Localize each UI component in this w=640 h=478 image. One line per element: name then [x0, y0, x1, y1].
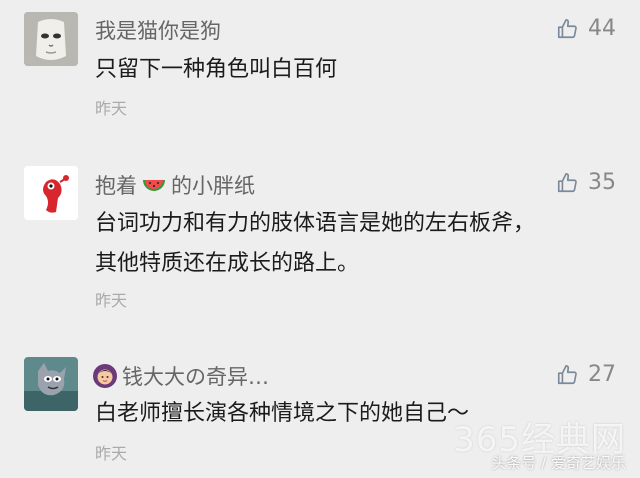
like-count: 35	[588, 170, 616, 195]
watermelon-icon	[141, 172, 167, 198]
comment-text: 只留下一种角色叫白百何	[95, 57, 338, 82]
thumbs-up-icon	[557, 172, 577, 192]
comment-username[interactable]: 抱着 的小胖纸	[95, 170, 255, 200]
thumbs-up-icon	[557, 18, 577, 38]
username-prefix: 抱着	[95, 174, 137, 198]
username-text: 钱大大の奇异…	[122, 365, 269, 389]
username-suffix: 的小胖纸	[171, 174, 255, 198]
comment-time: 昨天	[95, 99, 128, 118]
username-text: 我是猫你是狗	[95, 19, 221, 43]
cat-mask-avatar-icon	[24, 12, 78, 66]
tom-cat-avatar-icon	[24, 357, 78, 411]
thumbs-up-icon	[557, 364, 577, 384]
comment-time: 昨天	[95, 444, 128, 463]
comment-username[interactable]: 我是猫你是狗	[95, 15, 221, 45]
like-count: 27	[588, 362, 616, 387]
comment-username[interactable]: 钱大大の奇异…	[92, 361, 269, 391]
comment-time: 昨天	[95, 291, 128, 310]
avatar[interactable]	[24, 166, 78, 220]
like-button[interactable]: 27	[556, 362, 616, 387]
comment-text: 台词功力和有力的肢体语言是她的左右板斧，其他特质还在成长的路上。	[95, 211, 536, 276]
red-cartoon-avatar-icon	[24, 166, 78, 220]
avatar[interactable]	[24, 357, 78, 411]
like-count: 44	[588, 16, 616, 41]
woman-emoji-icon	[92, 363, 118, 389]
avatar[interactable]	[24, 12, 78, 66]
like-button[interactable]: 44	[556, 16, 616, 41]
source-watermark: 头条号 / 爱奇艺娱乐	[491, 454, 626, 472]
like-button[interactable]: 35	[556, 170, 616, 195]
